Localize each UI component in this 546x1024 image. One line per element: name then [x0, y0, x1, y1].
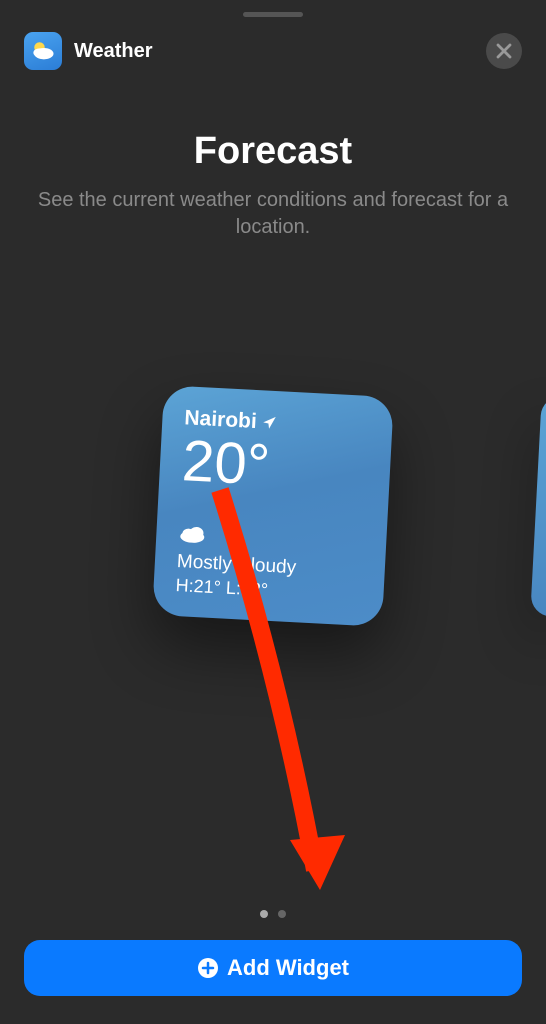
cloud-icon	[178, 524, 298, 553]
pagination-dots[interactable]	[260, 910, 286, 918]
page-subtitle: See the current weather conditions and f…	[24, 187, 522, 241]
page-dot	[278, 910, 286, 918]
plus-circle-icon	[197, 957, 219, 979]
title-section: Forecast See the current weather conditi…	[0, 130, 546, 241]
weather-widget-preview: Nairobi 20° Mostly Cloudy H:21° L:12°	[152, 385, 394, 627]
close-icon	[496, 43, 512, 59]
next-widget-peek	[530, 396, 546, 617]
widget-temperature: 20°	[181, 432, 370, 500]
header-bar: Weather	[0, 0, 546, 70]
grabber-handle[interactable]	[243, 12, 303, 17]
page-dot	[260, 910, 268, 918]
close-button[interactable]	[486, 33, 522, 69]
app-title: Weather	[74, 40, 153, 63]
page-title: Forecast	[24, 130, 522, 173]
widget-carousel[interactable]: Nairobi 20° Mostly Cloudy H:21° L:12°	[0, 361, 546, 651]
add-widget-label: Add Widget	[227, 955, 349, 981]
widget-high-low: H:21° L:12°	[175, 575, 295, 602]
weather-app-icon	[24, 32, 62, 70]
location-arrow-icon	[262, 415, 277, 430]
add-widget-button[interactable]: Add Widget	[24, 940, 522, 996]
